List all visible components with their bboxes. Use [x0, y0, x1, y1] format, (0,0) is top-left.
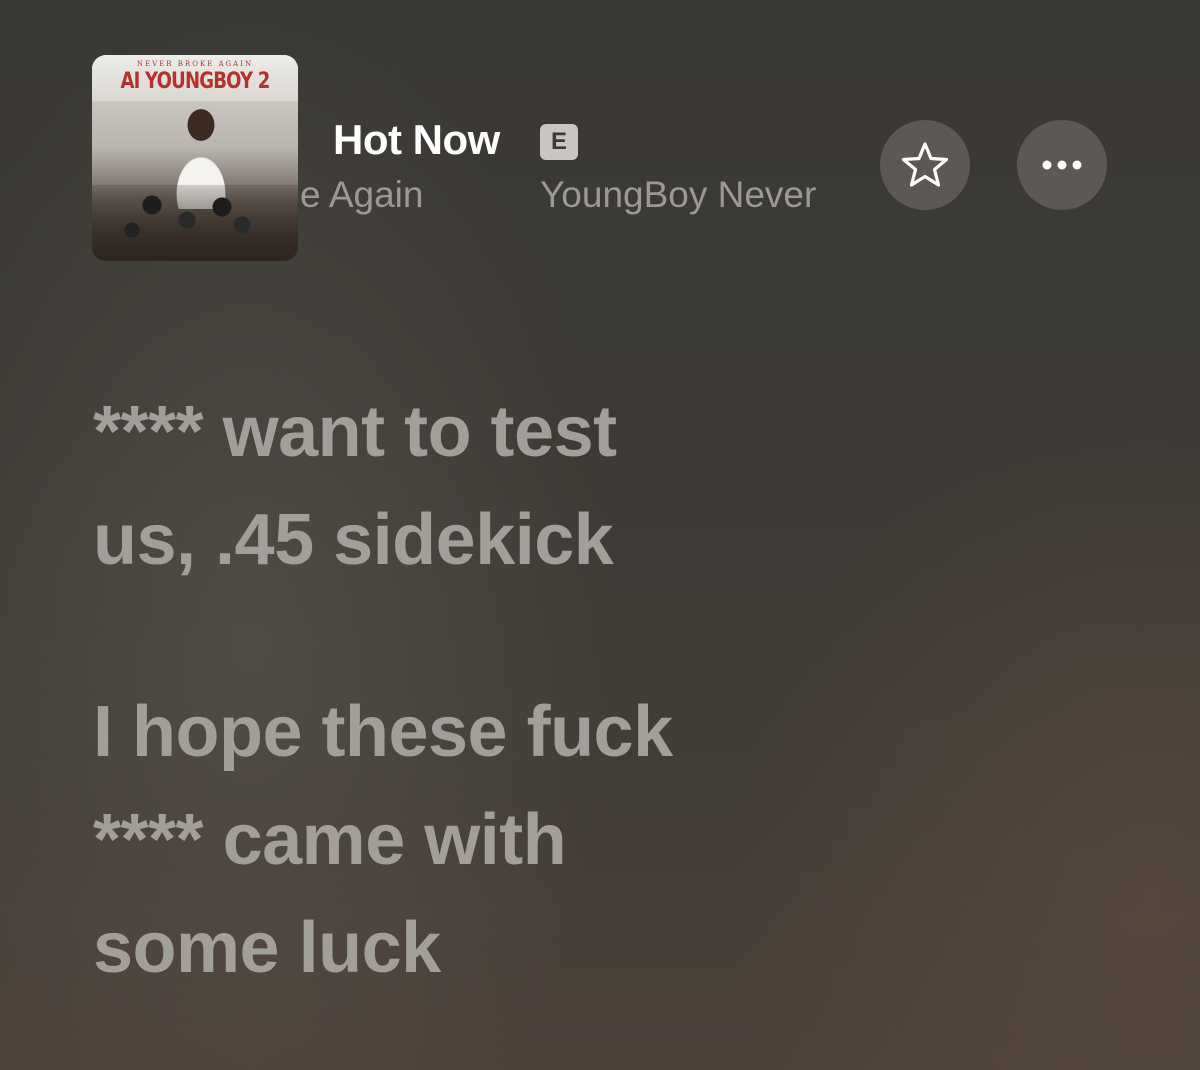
- explicit-badge: E: [540, 124, 578, 160]
- lyric-line[interactable]: **** came with: [93, 786, 1093, 894]
- artwork-banner: NEVER BROKE AGAIN AI YOUNGBOY 2: [92, 55, 298, 101]
- artwork-title: AI YOUNGBOY 2: [120, 69, 271, 94]
- lyrics-view[interactable]: **** want to test us, .45 sidekick I hop…: [93, 378, 1093, 1002]
- lyric-stanza-1[interactable]: **** want to test us, .45 sidekick: [93, 378, 1093, 594]
- ellipsis-icon: [1042, 160, 1082, 170]
- lyric-line[interactable]: us, .45 sidekick: [93, 486, 1093, 594]
- artwork-tagline: NEVER BROKE AGAIN: [136, 60, 254, 68]
- lyric-line[interactable]: some luck: [93, 894, 1093, 1002]
- track-subtitle-marquee[interactable]: e Again YoungBoy Never: [300, 170, 860, 222]
- favorite-button[interactable]: [880, 120, 970, 210]
- artwork-microphones: [92, 185, 298, 261]
- track-title[interactable]: Hot Now: [333, 116, 500, 164]
- more-options-button[interactable]: [1017, 120, 1107, 210]
- star-icon: [901, 142, 949, 187]
- artist-name: YoungBoy Never: [540, 174, 817, 215]
- now-playing-header: NEVER BROKE AGAIN AI YOUNGBOY 2 Hot Now …: [0, 0, 1200, 280]
- lyric-line[interactable]: I hope these fuck: [93, 678, 1093, 786]
- album-artwork[interactable]: NEVER BROKE AGAIN AI YOUNGBOY 2: [92, 55, 298, 261]
- lyric-stanza-2[interactable]: I hope these fuck **** came with some lu…: [93, 678, 1093, 1002]
- lyric-line[interactable]: **** want to test: [93, 378, 1093, 486]
- stanza-spacer: [93, 594, 1093, 678]
- album-name: e Again: [300, 174, 424, 215]
